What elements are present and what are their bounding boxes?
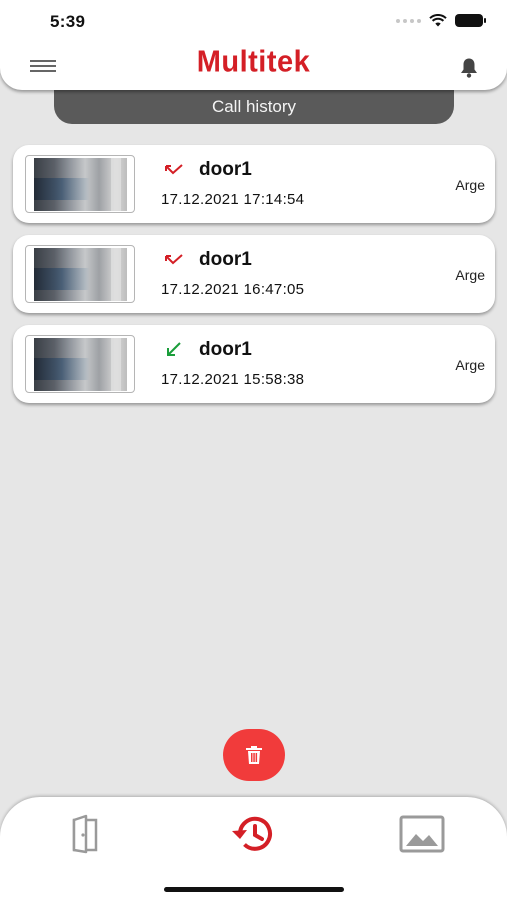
door-name: door1 (199, 339, 252, 360)
snapshot-thumbnail (25, 245, 135, 303)
nav-doors[interactable] (60, 813, 110, 855)
multitek-logo: Multitek (196, 45, 311, 79)
wifi-icon (429, 14, 447, 27)
nav-call-history[interactable] (228, 813, 278, 855)
delete-history-button[interactable] (223, 729, 285, 781)
status-time: 5:39 (50, 12, 86, 31)
door-icon (72, 814, 98, 854)
missed-call-icon (165, 254, 183, 265)
group-label: Arge (455, 177, 485, 193)
group-label: Arge (455, 267, 485, 283)
missed-call-icon (165, 164, 183, 175)
bell-icon[interactable] (457, 56, 481, 80)
call-list-item[interactable]: door1 17.12.2021 16:47:05 Arge (13, 235, 495, 313)
call-datetime: 17.12.2021 15:58:38 (161, 371, 305, 388)
home-indicator (164, 887, 344, 892)
call-list-item[interactable]: door1 17.12.2021 15:58:38 Arge (13, 325, 495, 403)
bottom-nav (0, 797, 507, 900)
call-datetime: 17.12.2021 16:47:05 (161, 281, 305, 298)
call-datetime: 17.12.2021 17:14:54 (161, 191, 305, 208)
tab-call-history: Call history (54, 88, 454, 124)
cellular-signal-icon (396, 18, 421, 23)
door-name: door1 (199, 159, 252, 180)
nav-gallery[interactable] (397, 813, 447, 855)
incoming-call-icon (167, 342, 181, 356)
gallery-icon (399, 815, 445, 853)
trash-icon (246, 746, 262, 764)
door-name: door1 (199, 249, 252, 270)
call-list: door1 17.12.2021 17:14:54 Arge door1 17.… (13, 145, 495, 415)
app-header: 5:39 Multitek (0, 0, 507, 90)
call-list-item[interactable]: door1 17.12.2021 17:14:54 Arge (13, 145, 495, 223)
group-label: Arge (455, 357, 485, 373)
battery-icon (455, 14, 486, 27)
snapshot-thumbnail (25, 335, 135, 393)
history-icon (232, 816, 272, 851)
status-icons (396, 14, 486, 27)
snapshot-thumbnail (25, 155, 135, 213)
